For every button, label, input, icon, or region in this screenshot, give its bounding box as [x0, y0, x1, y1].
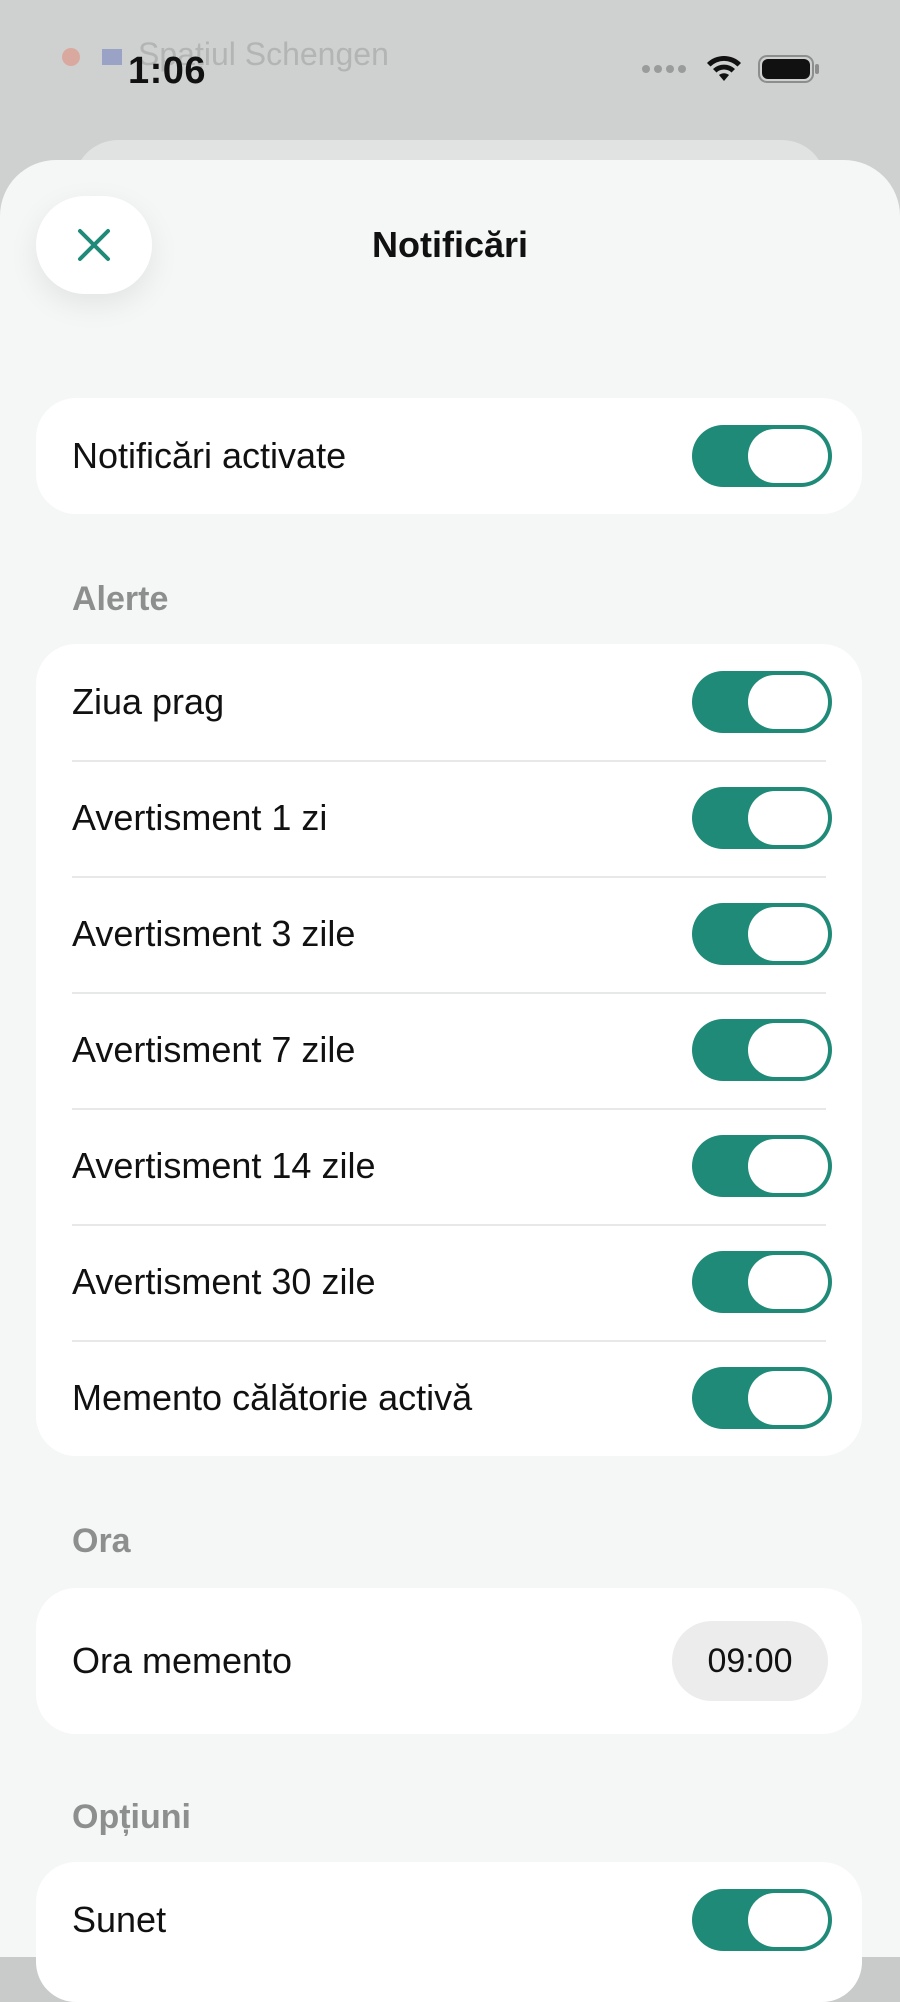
alert-row-active-trip[interactable]: Memento călătorie activă: [36, 1340, 862, 1456]
alert-toggle-threshold-day[interactable]: [692, 671, 832, 733]
alert-row-14-days[interactable]: Avertisment 14 zile: [36, 1108, 862, 1224]
toggle-knob: [748, 429, 828, 483]
toggle-knob: [748, 675, 828, 729]
section-label-options: Opțiuni: [72, 1798, 191, 1836]
alert-label: Avertisment 14 zile: [72, 1145, 376, 1186]
status-bar: 1:06: [0, 0, 900, 140]
master-toggle-label: Notificări activate: [72, 435, 347, 476]
status-time: 1:06: [128, 50, 207, 92]
section-label-alerts: Alerte: [72, 580, 169, 618]
alert-label: Ziua prag: [72, 681, 225, 722]
cellular-signal-icon: [642, 60, 690, 78]
alert-label: Avertisment 3 zile: [72, 913, 356, 954]
alert-label: Memento călătorie activă: [72, 1377, 473, 1418]
master-toggle-row[interactable]: Notificări activate: [36, 398, 862, 514]
alert-label: Avertisment 30 zile: [72, 1261, 376, 1302]
toggle-knob: [748, 907, 828, 961]
reminder-time-row[interactable]: Ora memento 09:00: [36, 1588, 862, 1734]
alert-row-7-days[interactable]: Avertisment 7 zile: [36, 992, 862, 1108]
alert-toggle-active-trip[interactable]: [692, 1367, 832, 1429]
wifi-icon: [707, 55, 741, 81]
reminder-time-label: Ora memento: [72, 1640, 293, 1681]
option-label: Sunet: [72, 1899, 167, 1940]
option-row-sound[interactable]: Sunet: [36, 1862, 862, 1978]
reminder-time-picker[interactable]: 09:00: [672, 1621, 828, 1701]
alert-label: Avertisment 7 zile: [72, 1029, 356, 1070]
alert-row-threshold-day[interactable]: Ziua prag: [36, 644, 862, 760]
toggle-knob: [748, 1255, 828, 1309]
alerts-card: Ziua prag Avertisment 1 zi Avertisment 3…: [36, 644, 862, 1456]
status-icons: [642, 54, 820, 84]
toggle-knob: [748, 1893, 828, 1947]
toggle-knob: [748, 791, 828, 845]
toggle-knob: [748, 1139, 828, 1193]
alert-label: Avertisment 1 zi: [72, 797, 328, 838]
master-toggle[interactable]: [692, 425, 832, 487]
sheet-title: Notificări: [371, 224, 529, 265]
options-card: Sunet: [36, 1862, 862, 2002]
alert-toggle-1-day[interactable]: [692, 787, 832, 849]
alert-toggle-3-days[interactable]: [692, 903, 832, 965]
alert-toggle-7-days[interactable]: [692, 1019, 832, 1081]
alert-row-3-days[interactable]: Avertisment 3 zile: [36, 876, 862, 992]
toggle-knob: [748, 1023, 828, 1077]
section-label-time: Ora: [72, 1522, 131, 1560]
alert-toggle-30-days[interactable]: [692, 1251, 832, 1313]
alert-row-1-day[interactable]: Avertisment 1 zi: [36, 760, 862, 876]
sound-toggle[interactable]: [692, 1889, 832, 1951]
toggle-knob: [748, 1371, 828, 1425]
alert-toggle-14-days[interactable]: [692, 1135, 832, 1197]
time-card: Ora memento 09:00: [36, 1588, 862, 1734]
alert-row-30-days[interactable]: Avertisment 30 zile: [36, 1224, 862, 1340]
master-toggle-card: Notificări activate: [36, 398, 862, 514]
notifications-sheet: Notificări Notificări activate Alerte Zi…: [0, 160, 900, 2002]
battery-icon: [758, 55, 819, 83]
